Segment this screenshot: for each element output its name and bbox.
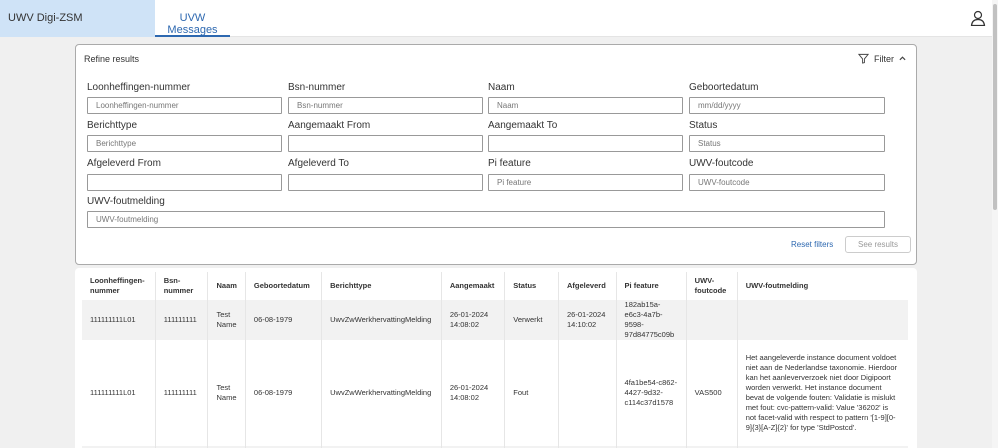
label-aangemaakt-from: Aangemaakt From bbox=[288, 120, 371, 131]
filter-label: Filter bbox=[874, 53, 894, 64]
table-cell bbox=[558, 340, 617, 446]
table-cell: Test Name bbox=[207, 300, 246, 340]
column-header[interactable]: Loonheffingen-nummer bbox=[82, 272, 156, 300]
table-cell: 06-08-1979 bbox=[245, 300, 323, 340]
table-cell: 182ab15a-e6c3-4a7b-9598-97d84775c09b bbox=[616, 300, 687, 340]
label-status: Status bbox=[689, 120, 718, 131]
table-cell: Verwerkt bbox=[504, 300, 560, 340]
see-results-button[interactable]: See results bbox=[845, 236, 911, 253]
column-header[interactable]: Aangemaakt bbox=[441, 272, 506, 300]
table-cell: 111111111 bbox=[155, 340, 209, 446]
berichttype-input[interactable] bbox=[87, 135, 282, 152]
column-header[interactable]: Berichttype bbox=[321, 272, 442, 300]
results-table-card: Loonheffingen-nummer Bsn-nummer Naam Geb… bbox=[75, 268, 917, 448]
uwv-foutmelding-input[interactable] bbox=[87, 211, 885, 228]
table-cell: Het aangeleverde instance document voldo… bbox=[745, 353, 898, 432]
table-header-row: Loonheffingen-nummer Bsn-nummer Naam Geb… bbox=[82, 272, 908, 300]
label-loonheffingen-nummer: Loonheffingen-nummer bbox=[87, 82, 191, 93]
table-cell bbox=[686, 300, 738, 340]
app-title[interactable]: UWV Digi-ZSM bbox=[0, 0, 155, 37]
label-geboortedatum: Geboortedatum bbox=[689, 82, 759, 93]
refine-title: Refine results bbox=[84, 54, 140, 64]
table-cell: 26-01-2024 14:08:02 bbox=[441, 300, 506, 340]
table-cell bbox=[737, 300, 908, 340]
table-cell: 111111111L01 bbox=[82, 340, 156, 446]
filter-toggle[interactable]: Filter bbox=[858, 53, 906, 64]
label-uwv-foutmelding: UWV-foutmelding bbox=[87, 196, 165, 207]
column-header[interactable]: UWV-foutmelding bbox=[737, 272, 908, 300]
label-afgeleverd-to: Afgeleverd To bbox=[288, 158, 349, 169]
table-cell: Test Name bbox=[207, 340, 246, 446]
chevron-up-icon bbox=[899, 56, 906, 61]
tab-uvw-messages[interactable]: UVW Messages bbox=[155, 0, 230, 37]
label-berichttype: Berichttype bbox=[87, 120, 138, 131]
table-row[interactable]: 111111111L01 111111111 Test Name 06-08-1… bbox=[82, 300, 908, 340]
table-cell: UwvZwWerkhervattingMelding bbox=[321, 300, 442, 340]
afgeleverd-from-input[interactable] bbox=[87, 174, 282, 191]
label-uwv-foutcode: UWV-foutcode bbox=[689, 158, 754, 169]
user-icon[interactable] bbox=[970, 10, 986, 26]
top-bar: UWV Digi-ZSM UVW Messages bbox=[0, 0, 992, 37]
aangemaakt-from-input[interactable] bbox=[288, 135, 483, 152]
table-cell: UwvZwWerkhervattingMelding bbox=[321, 340, 442, 446]
table-cell: VAS500 bbox=[686, 340, 738, 446]
column-header[interactable]: Geboortedatum bbox=[245, 272, 323, 300]
table-cell: 26-01-2024 14:10:02 bbox=[558, 300, 617, 340]
loonheffingen-nummer-input[interactable] bbox=[87, 97, 282, 114]
column-header[interactable]: UWV-foutcode bbox=[686, 272, 738, 300]
aangemaakt-to-input[interactable] bbox=[488, 135, 683, 152]
label-bsn-nummer: Bsn-nummer bbox=[288, 82, 346, 93]
naam-input[interactable] bbox=[488, 97, 683, 114]
table-cell: 06-08-1979 bbox=[245, 340, 323, 446]
label-afgeleverd-from: Afgeleverd From bbox=[87, 158, 161, 169]
refine-panel: Refine results Filter Loonheffingen-numm… bbox=[75, 44, 917, 265]
results-table: Loonheffingen-nummer Bsn-nummer Naam Geb… bbox=[82, 272, 908, 448]
table-row[interactable]: 111111111L01 111111111 Test Name 06-08-1… bbox=[82, 340, 908, 446]
table-cell: 111111111L01 bbox=[82, 300, 156, 340]
table-cell: Fout bbox=[504, 340, 560, 446]
uwv-foutcode-input[interactable] bbox=[689, 174, 885, 191]
bsn-nummer-input[interactable] bbox=[288, 97, 483, 114]
filter-icon bbox=[858, 53, 869, 64]
column-header[interactable]: Pi feature bbox=[616, 272, 687, 300]
scrollbar-thumb[interactable] bbox=[993, 4, 997, 210]
column-header[interactable]: Afgeleverd bbox=[558, 272, 617, 300]
label-naam: Naam bbox=[488, 82, 515, 93]
reset-filters-link[interactable]: Reset filters bbox=[791, 240, 833, 249]
label-pi-feature: Pi feature bbox=[488, 158, 531, 169]
table-cell: 26-01-2024 14:08:02 bbox=[441, 340, 506, 446]
geboortedatum-input[interactable] bbox=[689, 97, 885, 114]
table-cell: 4fa1be54-c862-4427-9d32-c114c37d1578 bbox=[616, 340, 687, 446]
column-header[interactable]: Status bbox=[504, 272, 560, 300]
column-header[interactable]: Naam bbox=[207, 272, 246, 300]
table-cell: 111111111 bbox=[155, 300, 209, 340]
pi-feature-input[interactable] bbox=[488, 174, 683, 191]
column-header[interactable]: Bsn-nummer bbox=[155, 272, 209, 300]
afgeleverd-to-input[interactable] bbox=[288, 174, 483, 191]
label-aangemaakt-to: Aangemaakt To bbox=[488, 120, 558, 131]
status-input[interactable] bbox=[689, 135, 885, 152]
